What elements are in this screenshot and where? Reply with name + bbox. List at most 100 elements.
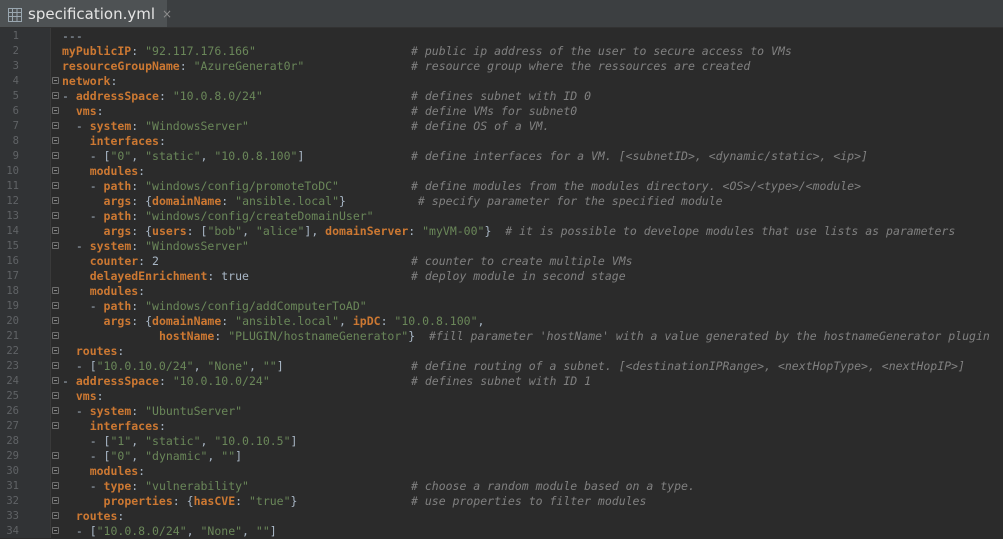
fold-toggle-icon[interactable] bbox=[52, 452, 59, 459]
code-line[interactable]: 18 modules: bbox=[0, 284, 1003, 299]
yaml-text: ], bbox=[304, 224, 326, 238]
yaml-text: : bbox=[96, 389, 104, 403]
line-number: 20 bbox=[6, 315, 19, 327]
code-line[interactable]: 16 counter: 2 # counter to create multipl… bbox=[0, 254, 1003, 269]
fold-toggle-icon[interactable] bbox=[52, 92, 59, 99]
yaml-key: routes bbox=[75, 509, 118, 523]
code-text: vms: bbox=[62, 104, 104, 119]
fold-toggle-icon[interactable] bbox=[52, 242, 59, 249]
tab-specification-yml[interactable]: specification.yml × bbox=[0, 0, 172, 27]
yaml-string: "92.117.176.166" bbox=[145, 44, 256, 58]
code-editor[interactable]: 1 --- 2 myPublicIP: "92.117.176.166" # publi… bbox=[0, 28, 1003, 538]
yaml-string: "" bbox=[262, 359, 277, 373]
code-line[interactable]: 15 - system: "WindowsServer" bbox=[0, 239, 1003, 254]
code-line[interactable]: 7 - system: "WindowsServer" # define OS o… bbox=[0, 119, 1003, 134]
yaml-text: : true bbox=[207, 269, 249, 283]
fold-toggle-icon[interactable] bbox=[52, 287, 59, 294]
fold-toggle-icon[interactable] bbox=[52, 212, 59, 219]
code-line[interactable]: 26 - system: "UbuntuServer" bbox=[0, 404, 1003, 419]
code-line[interactable]: 30 modules: bbox=[0, 464, 1003, 479]
code-line[interactable]: 11 - path: "windows/config/promoteToDC" #… bbox=[0, 179, 1003, 194]
yaml-key: domainName bbox=[152, 314, 222, 328]
yaml-text: : bbox=[380, 314, 395, 328]
line-number: 29 bbox=[6, 450, 19, 462]
yaml-text bbox=[62, 269, 90, 283]
code-line[interactable]: 22 routes: bbox=[0, 344, 1003, 359]
code-line[interactable]: 1 --- bbox=[0, 29, 1003, 44]
yaml-text: : { bbox=[172, 494, 194, 508]
code-line[interactable]: 29 - ["0", "dynamic", ""] bbox=[0, 449, 1003, 464]
code-line[interactable]: 25 vms: bbox=[0, 389, 1003, 404]
fold-toggle-icon[interactable] bbox=[52, 377, 59, 384]
fold-toggle-icon[interactable] bbox=[52, 527, 59, 534]
yaml-string: "ansible.local" bbox=[235, 314, 339, 328]
yaml-text: - bbox=[62, 479, 104, 493]
fold-toggle-icon[interactable] bbox=[52, 512, 59, 519]
code-line[interactable]: 10 modules: bbox=[0, 164, 1003, 179]
code-line[interactable]: 9 - ["0", "static", "10.0.8.100"] # defin… bbox=[0, 149, 1003, 164]
fold-toggle-icon[interactable] bbox=[52, 197, 59, 204]
code-line[interactable]: 14 args: {users: ["bob", "alice"], domai… bbox=[0, 224, 1003, 239]
yaml-text: : { bbox=[131, 194, 153, 208]
code-line[interactable]: 28 - ["1", "static", "10.0.10.5"] bbox=[0, 434, 1003, 449]
line-number: 6 bbox=[12, 105, 19, 117]
line-number: 15 bbox=[6, 240, 19, 252]
code-line[interactable]: 17 delayedEnrichment: true # deploy modul… bbox=[0, 269, 1003, 284]
yaml-text: ] bbox=[297, 149, 305, 163]
yaml-text: , bbox=[477, 314, 485, 328]
fold-toggle-icon[interactable] bbox=[52, 302, 59, 309]
code-line[interactable]: 13 - path: "windows/config/createDomainU… bbox=[0, 209, 1003, 224]
code-line[interactable]: 24 - addressSpace: "10.0.10.0/24" # define… bbox=[0, 374, 1003, 389]
fold-toggle-icon[interactable] bbox=[52, 227, 59, 234]
code-line[interactable]: 32 properties: {hasCVE: "true"} # use pro… bbox=[0, 494, 1003, 509]
code-line[interactable]: 3 resourceGroupName: "AzureGenerat0r" # re… bbox=[0, 59, 1003, 74]
code-line[interactable]: 5 - addressSpace: "10.0.8.0/24" # defines … bbox=[0, 89, 1003, 104]
code-line[interactable]: 2 myPublicIP: "92.117.176.166" # public ip… bbox=[0, 44, 1003, 59]
yaml-text: : bbox=[158, 419, 166, 433]
code-line[interactable]: 8 interfaces: bbox=[0, 134, 1003, 149]
code-line[interactable]: 12 args: {domainName: "ansible.local"} #… bbox=[0, 194, 1003, 209]
yaml-key: resourceGroupName bbox=[62, 59, 180, 73]
close-icon[interactable]: × bbox=[162, 7, 172, 21]
fold-toggle-icon[interactable] bbox=[52, 137, 59, 144]
fold-toggle-icon[interactable] bbox=[52, 347, 59, 354]
fold-toggle-icon[interactable] bbox=[52, 182, 59, 189]
yaml-text: ] bbox=[290, 434, 298, 448]
fold-toggle-icon[interactable] bbox=[52, 122, 59, 129]
code-line[interactable]: 33 routes: bbox=[0, 509, 1003, 524]
fold-toggle-icon[interactable] bbox=[52, 107, 59, 114]
code-line[interactable]: 27 interfaces: bbox=[0, 419, 1003, 434]
fold-toggle-icon[interactable] bbox=[52, 467, 59, 474]
code-line[interactable]: 20 args: {domainName: "ansible.local", i… bbox=[0, 314, 1003, 329]
fold-toggle-icon[interactable] bbox=[52, 152, 59, 159]
code-line[interactable]: 21 hostName: "PLUGIN/hostnameGenerator"}… bbox=[0, 329, 1003, 344]
line-number: 12 bbox=[6, 195, 19, 207]
fold-toggle-icon[interactable] bbox=[52, 407, 59, 414]
fold-toggle-icon[interactable] bbox=[52, 167, 59, 174]
yaml-string: "dynamic" bbox=[145, 449, 208, 463]
code-line[interactable]: 23 - ["10.0.10.0/24", "None", ""] # defin… bbox=[0, 359, 1003, 374]
code-text: - addressSpace: "10.0.8.0/24" bbox=[62, 89, 263, 104]
yaml-string: "1" bbox=[110, 434, 132, 448]
code-line[interactable]: 19 - path: "windows/config/addComputerTo… bbox=[0, 299, 1003, 314]
code-line[interactable]: 4 network: bbox=[0, 74, 1003, 89]
fold-toggle-icon[interactable] bbox=[52, 77, 59, 84]
yaml-text bbox=[62, 164, 90, 178]
yaml-text: ] bbox=[276, 359, 284, 373]
yaml-string: "static" bbox=[145, 434, 201, 448]
fold-toggle-icon[interactable] bbox=[52, 422, 59, 429]
yaml-key: system bbox=[89, 404, 132, 418]
yaml-text bbox=[62, 389, 76, 403]
fold-toggle-icon[interactable] bbox=[52, 497, 59, 504]
code-text: args: {users: ["bob", "alice"], domainSe… bbox=[62, 224, 956, 239]
fold-toggle-icon[interactable] bbox=[52, 362, 59, 369]
code-line[interactable]: 34 - ["10.0.8.0/24", "None", ""] bbox=[0, 524, 1003, 539]
code-line[interactable]: 6 vms: # define VMs for subnet0 bbox=[0, 104, 1003, 119]
fold-toggle-icon[interactable] bbox=[52, 392, 59, 399]
fold-toggle-icon[interactable] bbox=[52, 317, 59, 324]
yaml-text bbox=[62, 134, 90, 148]
fold-toggle-icon[interactable] bbox=[52, 482, 59, 489]
fold-toggle-icon[interactable] bbox=[52, 332, 59, 339]
code-line[interactable]: 31 - type: "vulnerability" # choose a ran… bbox=[0, 479, 1003, 494]
yaml-text: , bbox=[207, 449, 222, 463]
